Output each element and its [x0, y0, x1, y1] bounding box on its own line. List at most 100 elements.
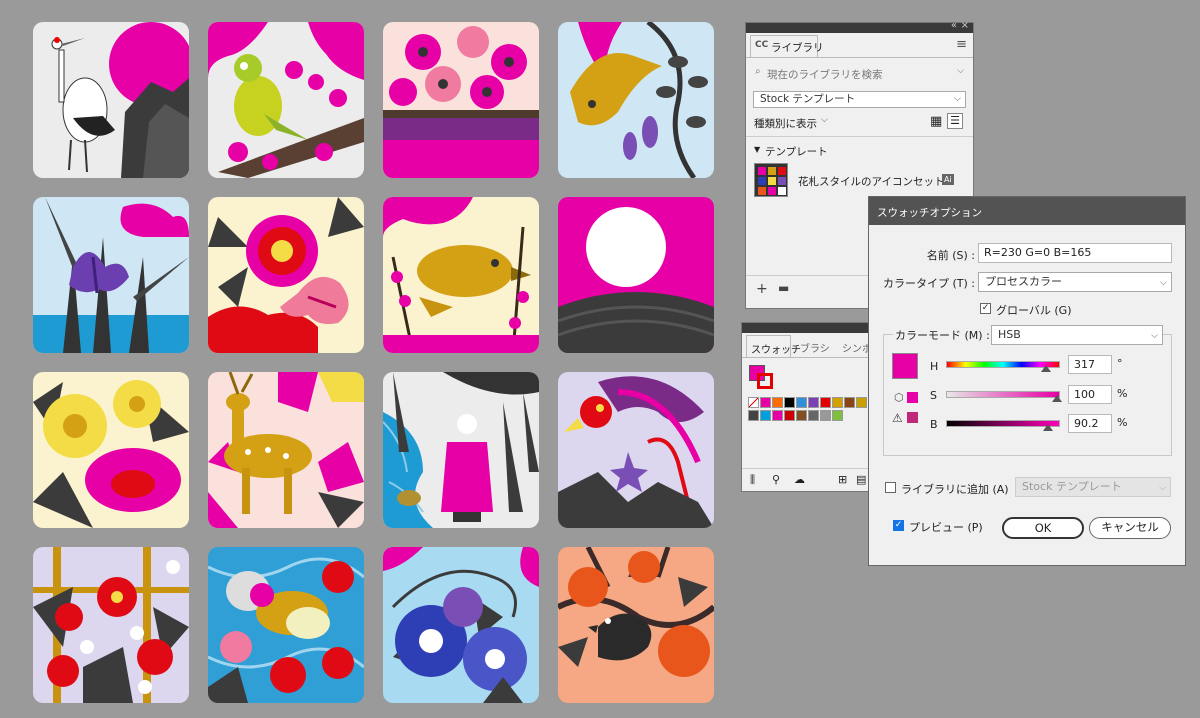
saturation-value: 100 [1074, 388, 1095, 401]
color-swatch[interactable] [772, 397, 783, 408]
color-swatch[interactable] [820, 397, 831, 408]
color-swatch[interactable] [784, 397, 795, 408]
cc-logo-icon: CC [755, 40, 769, 50]
brightness-slider-handle[interactable] [1043, 424, 1053, 431]
add-to-library-select-value: Stock テンプレート [1022, 480, 1122, 493]
none-swatch[interactable] [748, 397, 759, 408]
hue-value: 317 [1074, 358, 1095, 371]
name-field[interactable]: R=230 G=0 B=165 [978, 243, 1172, 263]
add-to-library-checkbox[interactable] [885, 482, 896, 493]
swatch-library-menu-icon[interactable]: ⫼ [750, 473, 755, 487]
color-swatch[interactable] [832, 397, 843, 408]
global-checkbox[interactable]: ✓ [980, 303, 991, 314]
color-swatch[interactable] [820, 410, 831, 421]
new-color-group-icon[interactable]: ▤ [856, 473, 866, 486]
template-item-name: 花札スタイルのアイコンセット [798, 176, 945, 188]
color-swatch[interactable] [808, 410, 819, 421]
h-label: H [930, 360, 939, 373]
library-select-value: Stock テンプレート [760, 93, 856, 105]
name-label: 名前 (S) : [926, 249, 975, 262]
section-expand-icon[interactable]: ▼ [754, 145, 760, 154]
color-swatch[interactable] [844, 397, 855, 408]
add-content-button[interactable]: + [756, 281, 768, 297]
color-swatch[interactable] [748, 410, 759, 421]
tile-persimmon-crow [558, 547, 714, 703]
list-view-icon[interactable]: ☰ [947, 113, 963, 129]
hue-field[interactable]: 317 [1068, 355, 1112, 374]
show-kinds-icon[interactable]: ⚲ [772, 473, 780, 486]
panel-menu-icon[interactable]: ≡ [956, 37, 967, 52]
color-mode-select[interactable]: HSB ⌵ [991, 325, 1163, 345]
search-placeholder: 現在のライブラリを検索 [767, 69, 883, 81]
cloud-icon[interactable]: ☁ [794, 473, 805, 486]
close-icon[interactable]: × [961, 20, 969, 31]
chevron-down-icon[interactable]: ⌵ [821, 115, 828, 125]
tile-crane [33, 22, 189, 178]
ai-file-badge: Ai [942, 174, 954, 185]
saturation-unit: % [1117, 387, 1128, 400]
color-type-select[interactable]: プロセスカラー ⌵ [978, 272, 1172, 292]
template-thumbnail [754, 163, 788, 197]
brightness-value: 90.2 [1074, 417, 1099, 430]
tile-boar [383, 197, 539, 353]
chevron-down-icon[interactable]: ⌵ [957, 66, 964, 76]
collapse-icon[interactable]: « [951, 20, 957, 31]
swatch-options-icon[interactable]: ⊞ [838, 473, 847, 486]
panel-header-bar [746, 23, 973, 33]
search-icon: ⌕ [755, 66, 761, 77]
web-color-swatch[interactable] [907, 392, 918, 403]
tile-cherry [383, 22, 539, 178]
preview-checkbox[interactable]: ✓ [893, 520, 904, 531]
dialog-titlebar[interactable]: スウォッチオプション [869, 197, 1185, 225]
swatches-panel: スウォッチ ブラシ シンボ ⫼ ⚲ ☁ ⊞ ▤ [741, 322, 875, 492]
tab-swatches[interactable]: スウォッチ [746, 335, 801, 357]
tile-paulownia [33, 547, 189, 703]
tile-peony [208, 197, 364, 353]
brightness-field[interactable]: 90.2 [1068, 414, 1112, 433]
tab-swatches-label: スウォッチ [751, 345, 801, 356]
s-label: S [930, 389, 937, 402]
color-mode-label: カラーモード (M) : [893, 327, 992, 343]
warning-icon[interactable]: ⚠ [892, 411, 903, 425]
color-mode-value: HSB [998, 328, 1021, 341]
swatch-grid [748, 397, 872, 427]
section-title: テンプレート [765, 146, 828, 158]
color-swatch[interactable] [832, 410, 843, 421]
ok-button[interactable]: OK [1002, 517, 1084, 539]
tile-willow [383, 372, 539, 528]
tile-mandarin-duck [208, 547, 364, 703]
grid-view-icon[interactable]: ▦ [930, 114, 942, 129]
view-by-dropdown[interactable]: 種類別に表示 [754, 116, 817, 131]
color-swatch[interactable] [856, 397, 867, 408]
tile-deer [208, 372, 364, 528]
color-swatch[interactable] [760, 410, 771, 421]
color-swatch[interactable] [760, 397, 771, 408]
brightness-unit: % [1117, 416, 1128, 429]
color-swatch[interactable] [796, 397, 807, 408]
saturation-slider-handle[interactable] [1052, 395, 1062, 402]
template-item[interactable]: 花札スタイルのアイコンセット Ai [752, 163, 967, 199]
tab-brushes[interactable]: ブラシ [800, 340, 830, 355]
library-search-input[interactable]: ⌕ 現在のライブラリを検索 ⌵ [753, 64, 966, 82]
stroke-color-swatch[interactable] [757, 373, 773, 389]
gamut-color-swatch[interactable] [907, 412, 918, 423]
add-to-library-label: ライブラリに追加 (A) [901, 483, 1009, 496]
hue-slider-handle[interactable] [1041, 365, 1051, 372]
cancel-button[interactable]: キャンセル [1089, 517, 1171, 539]
tile-chrysanthemum [33, 372, 189, 528]
swatch-options-dialog: スウォッチオプション 名前 (S) : R=230 G=0 B=165 カラータ… [868, 196, 1186, 566]
tab-libraries[interactable]: CC ライブラリ [750, 35, 824, 57]
saturation-slider[interactable] [946, 391, 1060, 398]
color-swatch[interactable] [796, 410, 807, 421]
color-type-label: カラータイプ (T) : [882, 277, 975, 290]
color-swatch[interactable] [808, 397, 819, 408]
library-select[interactable]: Stock テンプレート ⌵ [753, 91, 966, 108]
preview-label: プレビュー (P) [909, 521, 983, 534]
color-swatch[interactable] [772, 410, 783, 421]
out-of-web-icon[interactable]: ⬡ [894, 391, 904, 404]
color-swatch[interactable] [784, 410, 795, 421]
tile-cuckoo [558, 22, 714, 178]
saturation-field[interactable]: 100 [1068, 385, 1112, 404]
folder-icon[interactable]: ▬ [778, 281, 789, 295]
b-label: B [930, 418, 938, 431]
